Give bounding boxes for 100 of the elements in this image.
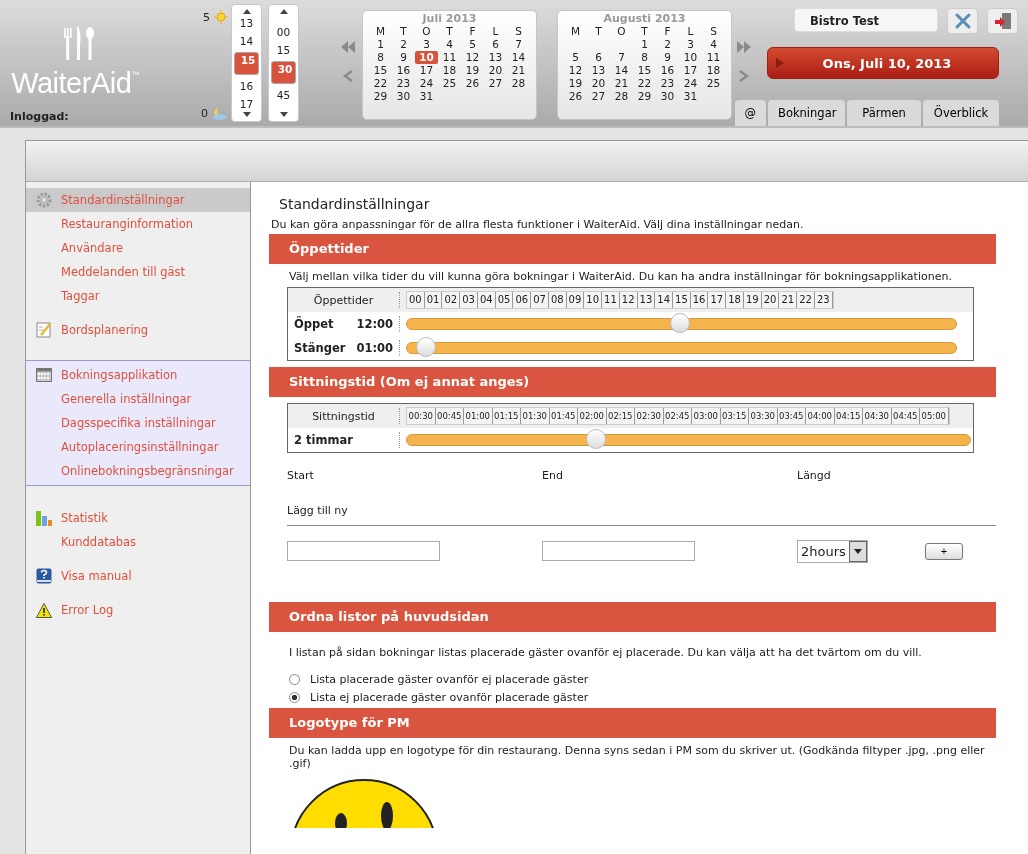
time-option[interactable]: 00	[271, 24, 296, 39]
logout-button[interactable]	[987, 8, 1018, 34]
calendar-day[interactable]: 16	[392, 64, 415, 77]
calendar-day[interactable]: 23	[392, 77, 415, 90]
calendar-day[interactable]: 3	[415, 38, 438, 51]
time-option[interactable]: 16	[234, 78, 259, 93]
duration-slider[interactable]	[406, 429, 971, 451]
calendar-day[interactable]: 22	[369, 77, 392, 90]
minute-picker[interactable]: 00 15 30 45	[268, 4, 299, 122]
caret-down-icon[interactable]	[279, 112, 288, 117]
calendar-day[interactable]: 6	[587, 51, 610, 64]
add-button[interactable]: +	[925, 542, 963, 560]
calendar-day[interactable]: 7	[507, 38, 530, 51]
calendar-day[interactable]: 9	[656, 51, 679, 64]
length-dropdown[interactable]: 2hours	[797, 539, 868, 563]
nav-tab[interactable]: Pärmen	[847, 100, 921, 126]
calendar-day[interactable]: 1	[633, 38, 656, 51]
calendar-day[interactable]: 23	[656, 77, 679, 90]
calendar-day[interactable]: 29	[633, 90, 656, 103]
calendar-day[interactable]: 30	[392, 90, 415, 103]
calendar-day[interactable]: 16	[656, 64, 679, 77]
nav-tab[interactable]: Bokningar	[768, 100, 845, 126]
calendar-day[interactable]: 6	[484, 38, 507, 51]
calendar-day[interactable]: 10	[415, 51, 438, 64]
slider-thumb[interactable]	[416, 337, 437, 357]
time-slider[interactable]	[406, 313, 957, 335]
time-option[interactable]: 30	[271, 60, 296, 84]
chevron-left-icon[interactable]	[343, 70, 353, 82]
slider-thumb[interactable]	[586, 429, 607, 449]
time-option[interactable]: 45	[271, 87, 296, 102]
calendar-day[interactable]: 21	[610, 77, 633, 90]
date-button[interactable]: Ons, Juli 10, 2013	[767, 47, 999, 79]
double-chevron-right-icon[interactable]	[737, 41, 751, 53]
calendar-day[interactable]: 3	[679, 38, 702, 51]
chevron-right-icon[interactable]	[739, 70, 749, 82]
calendar-day[interactable]: 28	[507, 77, 530, 90]
settings-button[interactable]	[947, 8, 978, 34]
calendar-day[interactable]: 5	[461, 38, 484, 51]
time-option[interactable]: 17	[234, 96, 259, 111]
time-option[interactable]: 15	[234, 51, 259, 75]
calendar-day[interactable]: 17	[415, 64, 438, 77]
calendar-day[interactable]: 30	[656, 90, 679, 103]
calendar-day[interactable]: 27	[587, 90, 610, 103]
calendar-day[interactable]: 5	[564, 51, 587, 64]
time-option[interactable]: 13	[234, 15, 259, 30]
calendar-day[interactable]: 12	[461, 51, 484, 64]
double-chevron-left-icon[interactable]	[341, 41, 355, 53]
radio-button[interactable]	[289, 692, 300, 703]
sidebar-item[interactable]: Error Log	[26, 598, 250, 622]
nav-tab[interactable]: @	[734, 100, 766, 126]
calendar-day[interactable]: 13	[484, 51, 507, 64]
calendar-day[interactable]: 21	[507, 64, 530, 77]
calendar-day[interactable]: 26	[564, 90, 587, 103]
calendar-day[interactable]: 10	[679, 51, 702, 64]
calendar-day[interactable]: 28	[610, 90, 633, 103]
radio-button[interactable]	[289, 674, 300, 685]
calendar-day[interactable]: 18	[702, 64, 725, 77]
calendar-day[interactable]: 20	[587, 77, 610, 90]
calendar-day[interactable]: 4	[702, 38, 725, 51]
calendar-day[interactable]: 25	[438, 77, 461, 90]
calendar-day[interactable]: 15	[633, 64, 656, 77]
calendar-day[interactable]: 1	[369, 38, 392, 51]
calendar-day[interactable]: 27	[484, 77, 507, 90]
slider-thumb[interactable]	[669, 313, 690, 333]
calendar-day[interactable]: 19	[461, 64, 484, 77]
calendar-day[interactable]: 31	[679, 90, 702, 103]
calendar-day[interactable]: 25	[702, 77, 725, 90]
restaurant-name-field[interactable]: Bistro Test	[794, 8, 938, 32]
calendar-day[interactable]: 24	[679, 77, 702, 90]
calendar-day[interactable]: 11	[438, 51, 461, 64]
calendar-day[interactable]: 2	[656, 38, 679, 51]
time-slider[interactable]	[406, 337, 957, 359]
calendar-day[interactable]: 20	[484, 64, 507, 77]
caret-down-icon[interactable]	[242, 112, 251, 117]
end-input[interactable]	[542, 541, 695, 561]
calendar-day[interactable]: 24	[415, 77, 438, 90]
calendar-day[interactable]: 19	[564, 77, 587, 90]
calendar-day[interactable]: 12	[564, 64, 587, 77]
calendar-day[interactable]: 17	[679, 64, 702, 77]
calendar-day[interactable]: 31	[415, 90, 438, 103]
calendar-day[interactable]: 8	[369, 51, 392, 64]
calendar-day[interactable]: 4	[438, 38, 461, 51]
calendar-day[interactable]: 14	[610, 64, 633, 77]
calendar-day[interactable]: 26	[461, 77, 484, 90]
calendar-day[interactable]: 11	[702, 51, 725, 64]
caret-up-icon[interactable]	[279, 9, 288, 14]
calendar-day[interactable]: 8	[633, 51, 656, 64]
start-input[interactable]	[287, 541, 440, 561]
calendar-day[interactable]: 29	[369, 90, 392, 103]
calendar-day[interactable]: 14	[507, 51, 530, 64]
calendar-day[interactable]: 2	[392, 38, 415, 51]
calendar-day[interactable]: 15	[369, 64, 392, 77]
calendar-day[interactable]: 9	[392, 51, 415, 64]
caret-up-icon[interactable]	[242, 9, 251, 14]
calendar-day[interactable]: 18	[438, 64, 461, 77]
calendar-day[interactable]: 13	[587, 64, 610, 77]
hour-picker[interactable]: 13 14 15 16 17	[231, 4, 262, 122]
time-option[interactable]: 14	[234, 33, 259, 48]
calendar-day[interactable]: 22	[633, 77, 656, 90]
calendar-day[interactable]: 7	[610, 51, 633, 64]
